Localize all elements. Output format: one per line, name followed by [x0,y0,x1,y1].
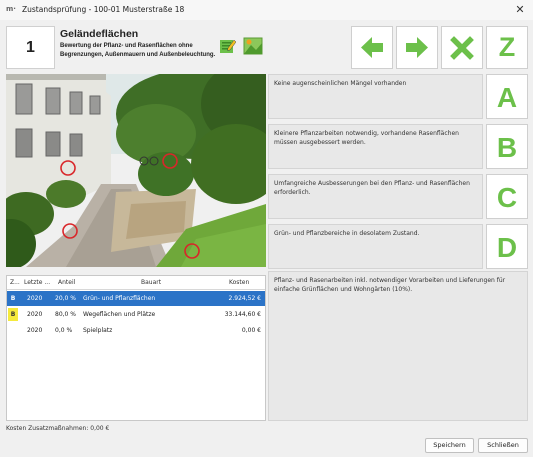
rating-c-button[interactable]: C [486,174,528,219]
rating-a-button[interactable]: A [486,74,528,119]
rating-badge: B [8,308,18,321]
column-header-letzte[interactable]: Letzte ... [24,279,50,286]
cell-anteil: 20,0 % [55,295,76,302]
rating-badge [8,324,18,337]
rating-b-button[interactable]: B [486,124,528,169]
table-row[interactable]: B 2020 80,0 % Wegeflächen und Plätze 33.… [7,307,265,322]
window-title: Zustandsprüfung - 100-01 Musterstraße 18 [22,5,185,14]
measure-description: Pflanz- und Rasenarbeiten inkl. notwendi… [268,271,528,421]
app-icon: m· [6,5,16,13]
table-row[interactable]: B 2020 20,0 % Grün- und Pflanzflächen 2.… [7,291,265,306]
cell-bauart: Wegeflächen und Plätze [83,311,156,318]
rating-z-label: Z [498,32,516,62]
close-button[interactable]: Schließen [478,438,528,453]
category-title: Geländeflächen [60,28,139,40]
category-description: Bewertung der Pflanz- und Rasenflächen o… [60,43,216,58]
cell-bauart: Spielplatz [83,327,113,334]
cell-letzte: 2020 [27,295,43,302]
next-button[interactable] [396,26,438,69]
edit-icon[interactable] [219,37,237,54]
table-row[interactable]: 2020 0,0 % Spielplatz 0,00 € [7,323,265,338]
map-icon[interactable] [243,36,263,55]
title-bar: m· Zustandsprüfung - 100-01 Musterstraße… [0,0,533,20]
arrow-left-icon [361,37,383,58]
rating-badge: B [8,292,18,305]
option-a-text: Keine augenscheinlichen Mängel vorhanden [268,74,483,119]
option-b-text: Kleinere Pflanzarbeiten notwendig, vorha… [268,124,483,169]
cross-icon [450,36,474,60]
cell-kosten: 2.924,52 € [228,295,261,302]
category-number: 1 [6,26,55,69]
rating-d-button[interactable]: D [486,224,528,269]
cell-letzte: 2020 [27,327,43,334]
table-header: Z... Letzte ... Anteil Bauart Kosten [7,276,265,290]
column-header-anteil[interactable]: Anteil [58,279,75,286]
column-header-z[interactable]: Z... [10,279,20,286]
extra-cost-label: Kosten Zusatzmaßnahmen: 0,00 € [6,425,110,432]
cell-bauart: Grün- und Pflanzflächen [83,295,156,302]
option-d-text: Grün- und Pflanzbereiche in desolatem Zu… [268,224,483,269]
previous-button[interactable] [351,26,393,69]
column-header-kosten[interactable]: Kosten [229,279,249,286]
close-window-icon[interactable]: ✕ [512,2,528,18]
site-photo [6,74,266,267]
arrow-right-icon [406,37,428,58]
cell-anteil: 0,0 % [55,327,73,334]
save-button[interactable]: Speichern [425,438,474,453]
construction-type-table: Z... Letzte ... Anteil Bauart Kosten B 2… [6,275,266,421]
cell-anteil: 80,0 % [55,311,76,318]
cell-kosten: 0,00 € [241,327,261,334]
rating-z-button[interactable]: Z [486,26,528,69]
column-header-bauart[interactable]: Bauart [141,279,161,286]
clear-button[interactable] [441,26,483,69]
option-c-text: Umfangreiche Ausbesserungen bei den Pfla… [268,174,483,219]
cell-kosten: 33.144,60 € [224,311,261,318]
cell-letzte: 2020 [27,311,43,318]
